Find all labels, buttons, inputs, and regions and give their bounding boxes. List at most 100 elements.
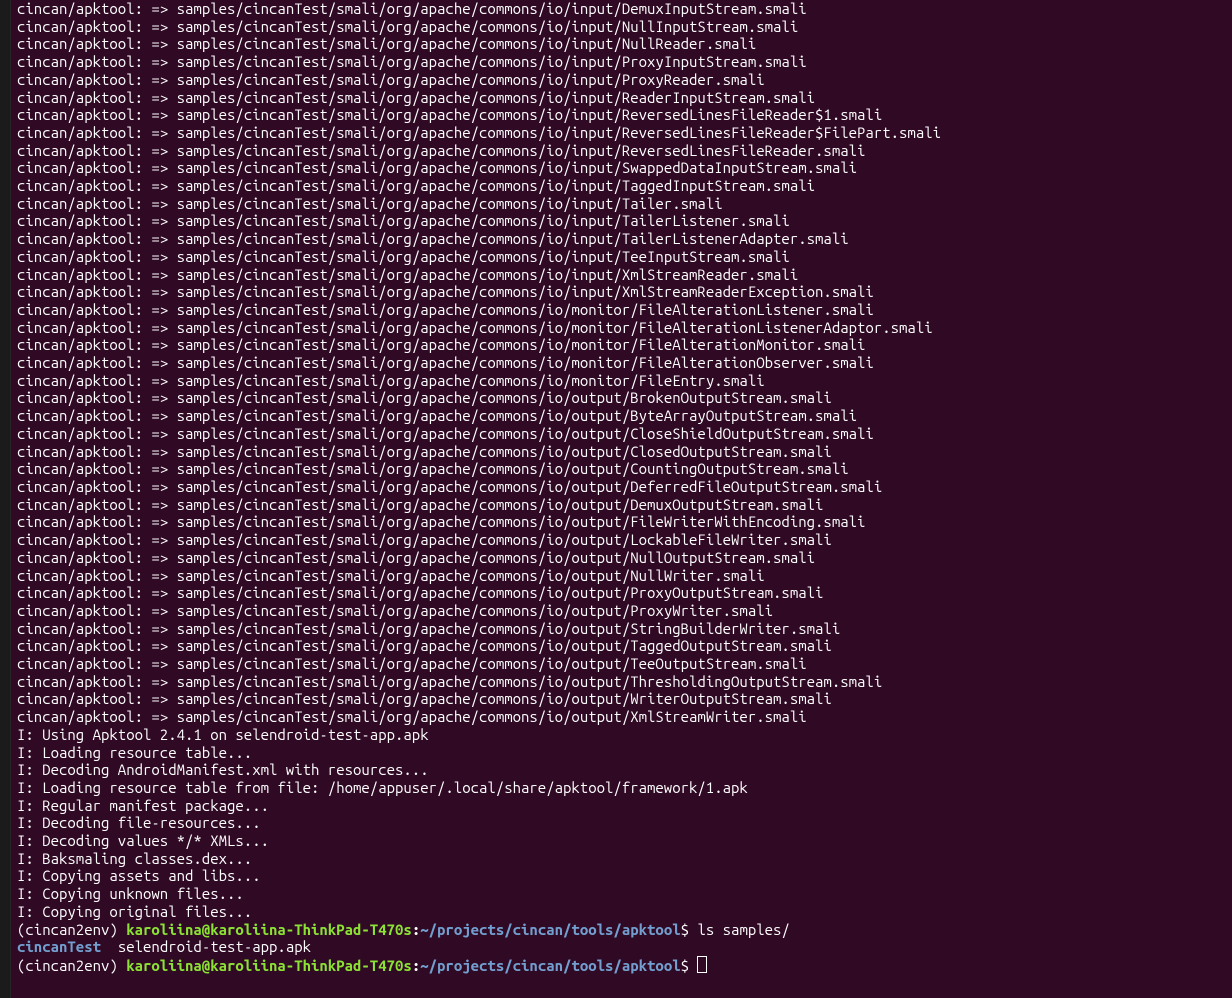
log-prefix: cincan/apktool: <box>17 567 143 584</box>
log-path: samples/cincanTest/smali/org/apache/comm… <box>177 460 849 477</box>
ls-dir: cincanTest <box>17 938 101 955</box>
log-prefix: cincan/apktool: <box>17 549 143 566</box>
log-path: samples/cincanTest/smali/org/apache/comm… <box>177 407 857 424</box>
log-path: samples/cincanTest/smali/org/apache/comm… <box>177 142 866 159</box>
terminal-output[interactable]: cincan/apktool: => samples/cincanTest/sm… <box>11 0 947 998</box>
log-arrow: => <box>143 71 177 88</box>
log-path: samples/cincanTest/smali/org/apache/comm… <box>177 89 815 106</box>
log-path: samples/cincanTest/smali/org/apache/comm… <box>177 496 824 513</box>
log-arrow: => <box>143 496 177 513</box>
log-prefix: cincan/apktool: <box>17 230 143 247</box>
log-path: samples/cincanTest/smali/org/apache/comm… <box>177 106 883 123</box>
info-prefix: I: <box>17 744 42 761</box>
info-prefix: I: <box>17 779 42 796</box>
log-prefix: cincan/apktool: <box>17 690 143 707</box>
log-arrow: => <box>143 460 177 477</box>
log-line: cincan/apktool: => samples/cincanTest/sm… <box>17 637 941 655</box>
log-prefix: cincan/apktool: <box>17 584 143 601</box>
log-arrow: => <box>143 53 177 70</box>
cursor-icon <box>697 956 707 973</box>
log-prefix: cincan/apktool: <box>17 513 143 530</box>
log-path: samples/cincanTest/smali/org/apache/comm… <box>177 230 849 247</box>
log-arrow: => <box>143 478 177 495</box>
log-path: samples/cincanTest/smali/org/apache/comm… <box>177 690 832 707</box>
log-line: cincan/apktool: => samples/cincanTest/sm… <box>17 159 941 177</box>
log-path: samples/cincanTest/smali/org/apache/comm… <box>177 443 832 460</box>
log-path: samples/cincanTest/smali/org/apache/comm… <box>177 478 883 495</box>
info-text: Regular manifest package... <box>42 797 269 814</box>
log-prefix: cincan/apktool: <box>17 637 143 654</box>
info-prefix: I: <box>17 885 42 902</box>
info-prefix: I: <box>17 814 42 831</box>
log-path: samples/cincanTest/smali/org/apache/comm… <box>177 53 807 70</box>
info-text: Using Apktool 2.4.1 on selendroid-test-a… <box>42 726 428 743</box>
info-line: I: Using Apktool 2.4.1 on selendroid-tes… <box>17 726 941 744</box>
log-arrow: => <box>143 177 177 194</box>
info-prefix: I: <box>17 832 42 849</box>
log-line: cincan/apktool: => samples/cincanTest/sm… <box>17 496 941 514</box>
log-line: cincan/apktool: => samples/cincanTest/sm… <box>17 35 941 53</box>
log-arrow: => <box>143 513 177 530</box>
log-line: cincan/apktool: => samples/cincanTest/sm… <box>17 690 941 708</box>
log-path: samples/cincanTest/smali/org/apache/comm… <box>177 513 866 530</box>
ls-file: selendroid-test-app.apk <box>118 938 311 955</box>
prompt-dollar: $ <box>681 957 698 974</box>
log-prefix: cincan/apktool: <box>17 319 143 336</box>
log-arrow: => <box>143 266 177 283</box>
dock-sidebar[interactable] <box>0 0 11 998</box>
log-prefix: cincan/apktool: <box>17 248 143 265</box>
info-line: I: Decoding AndroidManifest.xml with res… <box>17 761 941 779</box>
log-prefix: cincan/apktool: <box>17 655 143 672</box>
log-path: samples/cincanTest/smali/org/apache/comm… <box>177 620 841 637</box>
log-path: samples/cincanTest/smali/org/apache/comm… <box>177 177 815 194</box>
log-line: cincan/apktool: => samples/cincanTest/sm… <box>17 389 941 407</box>
log-prefix: cincan/apktool: <box>17 124 143 141</box>
log-path: samples/cincanTest/smali/org/apache/comm… <box>177 319 933 336</box>
info-text: Loading resource table... <box>42 744 252 761</box>
log-arrow: => <box>143 425 177 442</box>
log-arrow: => <box>143 35 177 52</box>
log-arrow: => <box>143 212 177 229</box>
log-arrow: => <box>143 195 177 212</box>
prompt-colon: : <box>412 957 420 974</box>
log-path: samples/cincanTest/smali/org/apache/comm… <box>177 354 874 371</box>
log-line: cincan/apktool: => samples/cincanTest/sm… <box>17 230 941 248</box>
log-arrow: => <box>143 690 177 707</box>
log-arrow: => <box>143 602 177 619</box>
log-prefix: cincan/apktool: <box>17 478 143 495</box>
log-prefix: cincan/apktool: <box>17 354 143 371</box>
log-arrow: => <box>143 567 177 584</box>
log-path: samples/cincanTest/smali/org/apache/comm… <box>177 602 773 619</box>
log-path: samples/cincanTest/smali/org/apache/comm… <box>177 283 874 300</box>
log-arrow: => <box>143 142 177 159</box>
log-line: cincan/apktool: => samples/cincanTest/sm… <box>17 212 941 230</box>
log-line: cincan/apktool: => samples/cincanTest/sm… <box>17 89 941 107</box>
ls-output-line: cincanTest selendroid-test-app.apk <box>17 938 941 956</box>
log-line: cincan/apktool: => samples/cincanTest/sm… <box>17 443 941 461</box>
log-path: samples/cincanTest/smali/org/apache/comm… <box>177 195 723 212</box>
log-arrow: => <box>143 620 177 637</box>
log-arrow: => <box>143 531 177 548</box>
log-arrow: => <box>143 336 177 353</box>
log-line: cincan/apktool: => samples/cincanTest/sm… <box>17 460 941 478</box>
info-line: I: Baksmaling classes.dex... <box>17 850 941 868</box>
prompt-path: ~/projects/cincan/tools/apktool <box>420 957 680 974</box>
log-arrow: => <box>143 124 177 141</box>
log-prefix: cincan/apktool: <box>17 389 143 406</box>
log-arrow: => <box>143 584 177 601</box>
prompt-line-2[interactable]: (cincan2env) karoliina@karoliina-ThinkPa… <box>17 956 941 975</box>
log-path: samples/cincanTest/smali/org/apache/comm… <box>177 531 832 548</box>
info-line: I: Copying original files... <box>17 903 941 921</box>
log-prefix: cincan/apktool: <box>17 496 143 513</box>
log-prefix: cincan/apktool: <box>17 425 143 442</box>
log-arrow: => <box>143 248 177 265</box>
log-path: samples/cincanTest/smali/org/apache/comm… <box>177 389 832 406</box>
prompt-userhost: karoliina@karoliina-ThinkPad-T470s <box>126 957 412 974</box>
prompt-line-1: (cincan2env) karoliina@karoliina-ThinkPa… <box>17 921 941 939</box>
log-arrow: => <box>143 354 177 371</box>
log-line: cincan/apktool: => samples/cincanTest/sm… <box>17 372 941 390</box>
log-arrow: => <box>143 655 177 672</box>
screen: cincan/apktool: => samples/cincanTest/sm… <box>0 0 1232 998</box>
log-path: samples/cincanTest/smali/org/apache/comm… <box>177 35 757 52</box>
log-arrow: => <box>143 230 177 247</box>
